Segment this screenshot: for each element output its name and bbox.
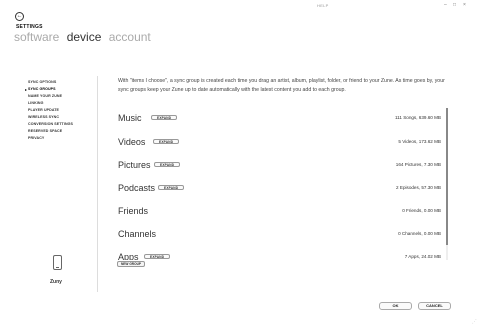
tab-software[interactable]: software: [14, 30, 59, 44]
sidebar-item-linking[interactable]: LINKING: [28, 100, 73, 107]
sync-group-row-friends: Friends 0 Friends, 0.00 MB: [118, 205, 444, 217]
expand-videos-button[interactable]: EXPAND: [153, 139, 180, 144]
help-link[interactable]: HELP: [317, 3, 329, 8]
group-name: Channels: [118, 229, 157, 239]
expand-podcasts-button[interactable]: EXPAND: [158, 185, 185, 190]
tab-device[interactable]: device: [67, 30, 102, 44]
new-group-button[interactable]: NEW GROUP: [117, 261, 146, 267]
group-summary: 5 Videos, 173.62 MB: [398, 139, 441, 144]
zune-device-icon: [53, 255, 62, 270]
sidebar-item-wireless-sync[interactable]: WIRELESS SYNC: [28, 114, 73, 121]
sync-group-row-podcasts: Podcasts EXPAND 2 Episodes, 57.30 MB: [118, 182, 444, 194]
group-name: Apps: [118, 252, 139, 260]
group-summary: 0 Friends, 0.00 MB: [402, 208, 441, 213]
group-summary: 0 Channels, 0.00 MB: [398, 231, 441, 236]
sidebar-item-privacy[interactable]: PRIVACY: [28, 135, 73, 142]
sidebar-nav: SYNC OPTIONS SYNC GROUPS NAME YOUR ZUNE …: [28, 79, 73, 142]
sync-group-row-pictures: Pictures EXPAND 164 Pictures, 7.30 MB: [118, 159, 444, 171]
tab-account[interactable]: account: [109, 30, 151, 44]
group-name: Friends: [118, 206, 149, 216]
expand-pictures-button[interactable]: EXPAND: [154, 162, 181, 167]
group-name: Videos: [118, 137, 146, 147]
sync-group-row-videos: Videos EXPAND 5 Videos, 173.62 MB: [118, 136, 444, 148]
group-name: Music: [118, 113, 142, 123]
sidebar-item-conversion-settings[interactable]: CONVERSION SETTINGS: [28, 121, 73, 128]
title-bar: HELP – □ ×: [0, 0, 480, 12]
group-summary: 164 Pictures, 7.30 MB: [395, 162, 441, 167]
sidebar-item-reserved-space[interactable]: RESERVED SPACE: [28, 128, 73, 135]
expand-apps-button[interactable]: EXPAND: [144, 254, 171, 259]
cancel-button[interactable]: CANCEL: [418, 302, 451, 310]
sidebar-divider: [97, 76, 98, 292]
ok-button[interactable]: OK: [379, 302, 412, 310]
sync-group-row-apps: Apps EXPAND 7 Apps, 24.02 MB: [118, 251, 444, 260]
group-summary: 111 Songs, 639.60 MB: [394, 115, 441, 120]
sidebar-item-sync-groups[interactable]: SYNC GROUPS: [28, 86, 73, 93]
sync-groups-description: With "items I choose", a sync group is c…: [118, 78, 445, 93]
back-arrow-icon[interactable]: ←: [15, 12, 24, 21]
device-name: Zuny: [50, 279, 62, 285]
resize-grip-icon[interactable]: ⋰: [472, 320, 477, 325]
sync-group-row-music: Music EXPAND 111 Songs, 639.60 MB: [118, 112, 444, 124]
close-icon[interactable]: ×: [463, 3, 466, 8]
sidebar-item-player-update[interactable]: PLAYER UPDATE: [28, 107, 73, 114]
group-name: Podcasts: [118, 183, 156, 193]
expand-music-button[interactable]: EXPAND: [151, 115, 178, 120]
settings-tabs: software device account: [14, 30, 155, 44]
maximize-icon[interactable]: □: [453, 3, 456, 8]
sidebar-item-sync-options[interactable]: SYNC OPTIONS: [28, 79, 73, 86]
group-name: Pictures: [118, 160, 151, 170]
sync-group-row-channels: Channels 0 Channels, 0.00 MB: [118, 228, 444, 240]
sync-group-list: Music EXPAND 111 Songs, 639.60 MB Videos…: [118, 108, 444, 260]
sidebar-item-name-your-zune[interactable]: NAME YOUR ZUNE: [28, 93, 73, 100]
group-summary: 2 Episodes, 57.30 MB: [396, 185, 441, 190]
group-summary: 7 Apps, 24.02 MB: [404, 254, 441, 259]
minimize-icon[interactable]: –: [444, 3, 447, 8]
group-list-scrollbar[interactable]: [446, 108, 448, 260]
scrollbar-thumb[interactable]: [446, 108, 448, 245]
